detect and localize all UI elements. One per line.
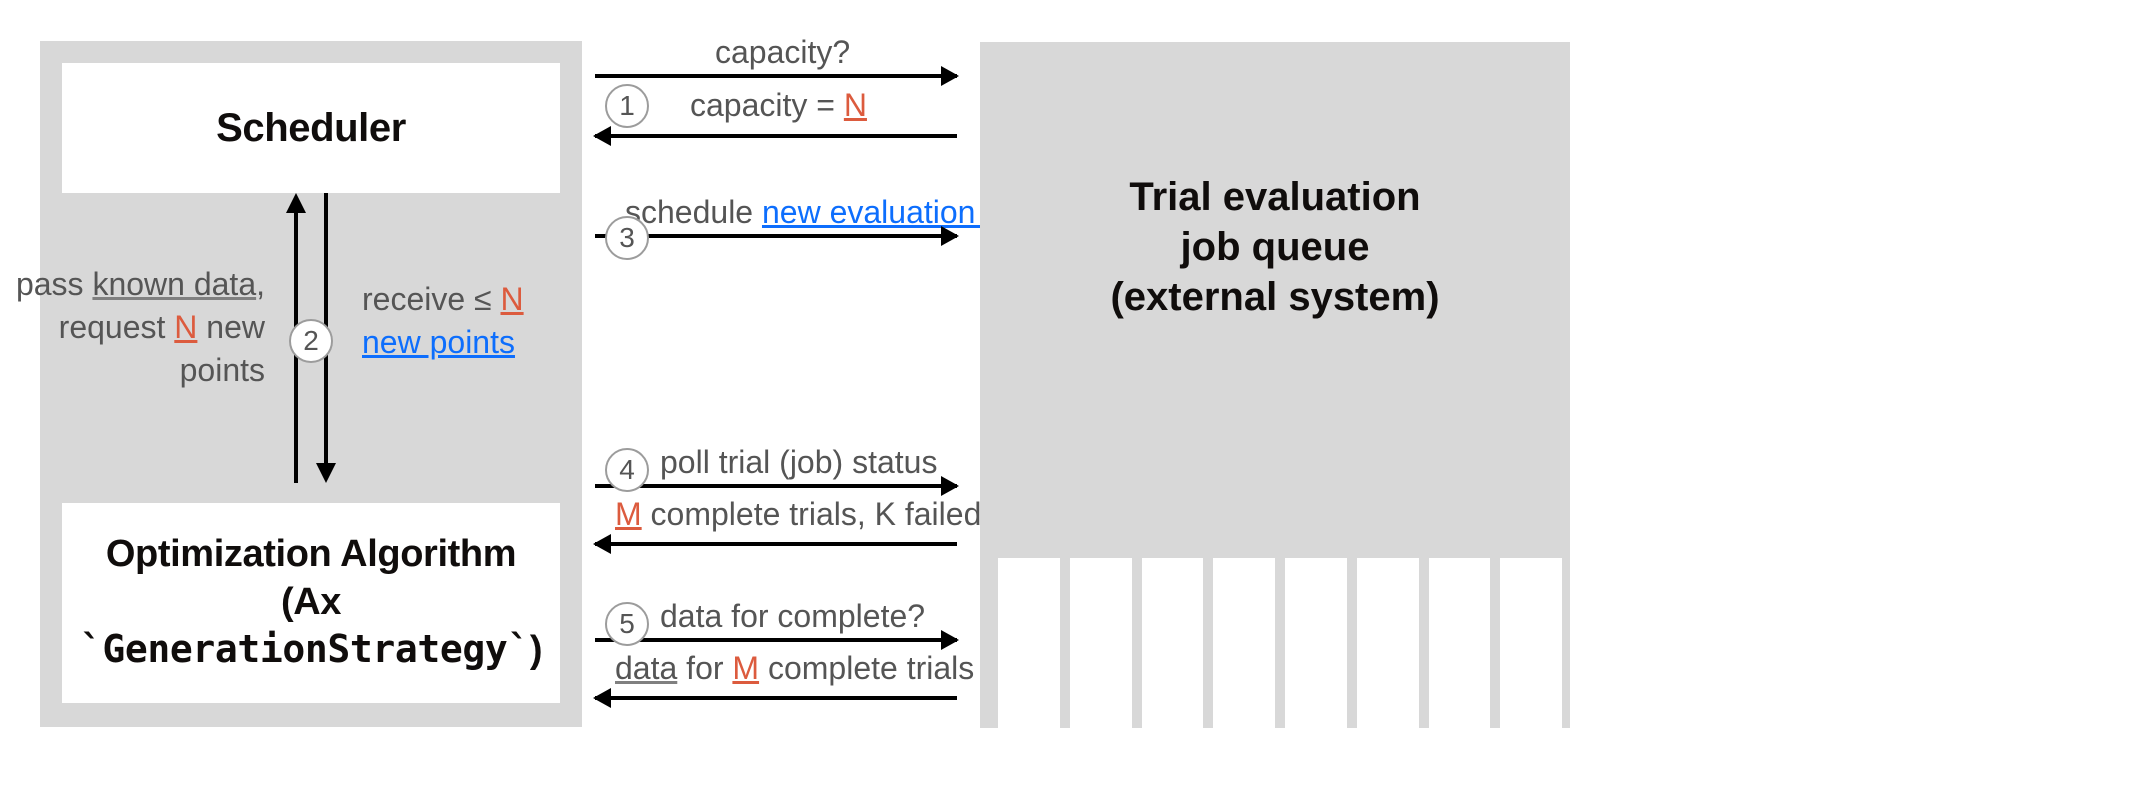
poll-status-label: poll trial (job) status xyxy=(660,444,937,481)
algo-code: `GenerationStrategy` xyxy=(80,627,530,671)
queue-slot xyxy=(1213,558,1275,728)
data-word: data xyxy=(615,650,677,686)
poll-status-answer: M complete trials, K failed xyxy=(615,496,981,533)
job-queue-title: Trial evaluation job queue (external sys… xyxy=(980,172,1570,322)
step-5-pair: 5 data for complete? data for M complete… xyxy=(595,612,957,620)
data-question: data for complete? xyxy=(660,598,925,635)
job-queue-title-l3: (external system) xyxy=(980,272,1570,322)
queue-slot xyxy=(1357,558,1419,728)
request-pre: request xyxy=(59,309,175,345)
pass-request-label: pass known data, request N new points xyxy=(5,263,265,393)
queue-slot xyxy=(1500,558,1562,728)
queue-slot xyxy=(1070,558,1132,728)
data-m: M xyxy=(732,650,759,686)
new-points-text: new points xyxy=(362,324,515,360)
receive-n: N xyxy=(501,281,524,317)
arrow-s4-right xyxy=(595,484,957,488)
capacity-answer: capacity = N xyxy=(690,87,867,124)
data-answer: data for M complete trials xyxy=(615,650,974,687)
queue-slot xyxy=(1285,558,1347,728)
step-2-badge: 2 xyxy=(289,319,333,363)
job-queue-title-l2: job queue xyxy=(980,222,1570,272)
algorithm-title: Optimization Algorithm (Ax `GenerationSt… xyxy=(62,531,560,675)
scheduler-algo-panel: Scheduler 2 pass known data, request N n… xyxy=(40,41,582,727)
job-queue-title-l1: Trial evaluation xyxy=(980,172,1570,222)
scheduler-title: Scheduler xyxy=(216,106,406,151)
receive-label: receive ≤ N new points xyxy=(362,278,592,364)
scheduler-algo-link: 2 pass known data, request N new points … xyxy=(62,193,560,483)
arrow-s1-right xyxy=(595,74,957,78)
arrow-s3-right xyxy=(595,234,957,238)
data-rest: complete trials xyxy=(759,650,974,686)
poll-rest: complete trials, K failed xyxy=(642,496,982,532)
capacity-answer-n: N xyxy=(844,87,867,123)
step-4-badge: 4 xyxy=(605,448,649,492)
poll-m: M xyxy=(615,496,642,532)
queue-slots-row xyxy=(998,558,1562,728)
step-5-badge: 5 xyxy=(605,602,649,646)
data-mid: for xyxy=(677,650,732,686)
queue-slot xyxy=(1142,558,1204,728)
step-1-pair: capacity? 1 capacity = N xyxy=(595,40,957,48)
request-n: N xyxy=(174,309,197,345)
algo-post: ) xyxy=(530,629,542,671)
step-3-badge: 3 xyxy=(605,216,649,260)
step-3-pair: schedule new evaluation jobs 3 xyxy=(595,200,957,204)
arrow-s1-left xyxy=(595,134,957,138)
capacity-answer-pre: capacity = xyxy=(690,87,844,123)
message-flow-column: capacity? 1 capacity = N schedule new ev… xyxy=(595,0,957,800)
arrow-s5-left xyxy=(595,696,957,700)
algo-title-line2: (Ax `GenerationStrategy`) xyxy=(62,579,560,675)
queue-slot xyxy=(998,558,1060,728)
pass-post: , xyxy=(256,266,265,302)
scheduler-box: Scheduler xyxy=(62,63,560,193)
arrow-s4-left xyxy=(595,542,957,546)
queue-slot xyxy=(1429,558,1491,728)
algorithm-box: Optimization Algorithm (Ax `GenerationSt… xyxy=(62,503,560,703)
pass-pre: pass xyxy=(16,266,92,302)
receive-pre: receive ≤ xyxy=(362,281,501,317)
capacity-question: capacity? xyxy=(715,34,850,71)
job-queue-panel: Trial evaluation job queue (external sys… xyxy=(980,42,1570,728)
step-1-badge: 1 xyxy=(605,84,649,128)
algo-pre: (Ax xyxy=(281,581,341,623)
schedule-pre: schedule xyxy=(625,194,762,230)
arrow-s5-right xyxy=(595,638,957,642)
known-data-text: known data xyxy=(92,266,256,302)
step-4-pair: 4 poll trial (job) status M complete tri… xyxy=(595,458,957,466)
algo-title-line1: Optimization Algorithm xyxy=(62,531,560,579)
